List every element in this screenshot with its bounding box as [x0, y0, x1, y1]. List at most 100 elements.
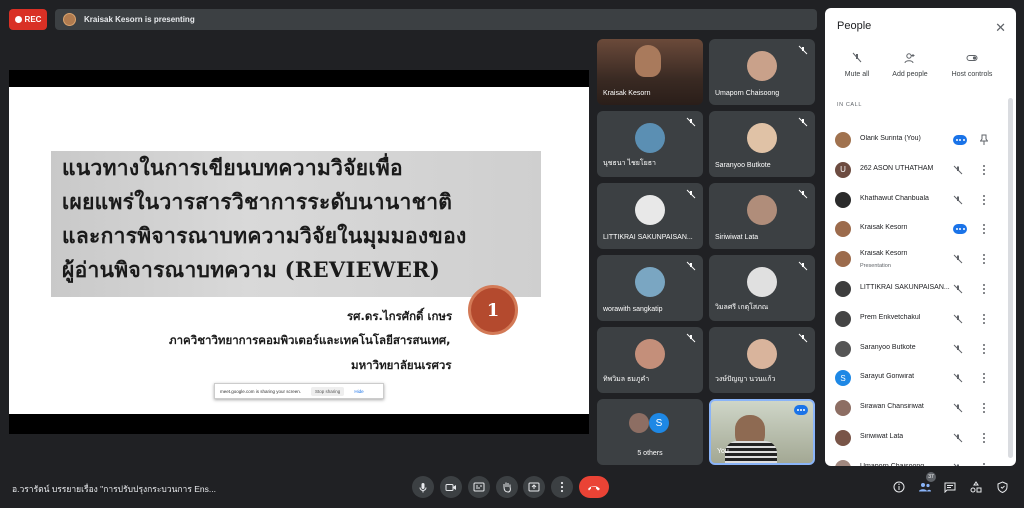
- person-row[interactable]: Sirawan Chansiriwat: [825, 392, 1016, 422]
- person-row[interactable]: Khathawut Chanbuala: [825, 184, 1016, 214]
- people-icon: [919, 483, 931, 492]
- more-vert-icon[interactable]: [982, 432, 986, 444]
- person-row[interactable]: U 262 ASON UTHATHAM: [825, 154, 1016, 184]
- person-row[interactable]: Olarik Surinta (You): [825, 124, 1016, 154]
- participant-tile[interactable]: นุชธนา ไชยโยธา: [597, 111, 703, 177]
- participant-tile[interactable]: ทิพวิมล ธมภูคำ: [597, 327, 703, 393]
- toggle-icon: [966, 55, 978, 61]
- more-vert-icon[interactable]: [982, 343, 986, 355]
- avatar: [635, 267, 665, 297]
- mic-button[interactable]: [412, 476, 434, 498]
- hide-button[interactable]: Hide: [354, 389, 363, 394]
- person-row[interactable]: Kraisak Kesorn Presentation: [825, 243, 1016, 273]
- more-options-button[interactable]: [551, 476, 573, 498]
- participant-tile[interactable]: Umaporn Chaisoong: [709, 39, 815, 105]
- self-tile[interactable]: You: [709, 399, 815, 465]
- participant-tile[interactable]: LITTIKRAI SAKUNPAISAN...: [597, 183, 703, 249]
- recording-label: REC: [24, 15, 42, 24]
- mic-off-icon[interactable]: [953, 463, 963, 466]
- participant-tile[interactable]: worawith sangkatip: [597, 255, 703, 321]
- person-row[interactable]: Saranyoo Butkote: [825, 333, 1016, 363]
- avatar: [835, 430, 851, 446]
- person-row[interactable]: Prem Enkvetchakul: [825, 303, 1016, 333]
- participant-name: LITTIKRAI SAKUNPAISAN...: [603, 234, 693, 241]
- more-options-icon[interactable]: [794, 405, 808, 415]
- raise-hand-button[interactable]: [496, 476, 518, 498]
- mic-off-icon[interactable]: [953, 433, 963, 443]
- more-vert-icon[interactable]: [982, 372, 986, 384]
- participant-tile[interactable]: วงษ์ปัญญา นวนแก้ว: [709, 327, 815, 393]
- mic-off-icon[interactable]: [953, 403, 963, 413]
- author-university: มหาวิทยาลัยนเรศวร: [351, 358, 452, 372]
- presentation-slide: แนวทางในการเขียนบทความวิจัยเพื่อ เผยแพร่…: [9, 87, 589, 414]
- more-vert-icon[interactable]: [982, 253, 986, 265]
- mic-off-icon: [798, 45, 808, 55]
- others-tile[interactable]: S 5 others: [597, 399, 703, 465]
- participant-name: Saranyoo Butkote: [715, 162, 771, 169]
- participant-name: นุชธนา ไชยโยธา: [603, 160, 656, 167]
- person-row[interactable]: Kraisak Kesorn: [825, 213, 1016, 243]
- more-vert-icon[interactable]: [982, 164, 986, 176]
- person-row[interactable]: Siriwiwat Lata: [825, 422, 1016, 452]
- avatar: [747, 51, 777, 81]
- more-vert-icon[interactable]: [982, 313, 986, 325]
- person-name: Saranyoo Butkote: [860, 343, 916, 351]
- mic-icon: [419, 482, 427, 492]
- more-vert-icon[interactable]: [982, 194, 986, 206]
- person-name: LITTIKRAI SAKUNPAISAN...: [860, 284, 950, 291]
- add-people-button[interactable]: Add people: [879, 52, 941, 78]
- mic-off-icon[interactable]: [953, 195, 963, 205]
- host-controls-button[interactable]: Host controls: [941, 52, 1003, 78]
- leave-call-button[interactable]: [579, 476, 609, 498]
- mic-off-icon[interactable]: [953, 254, 963, 264]
- mic-off-icon[interactable]: [953, 373, 963, 383]
- more-vert-icon[interactable]: [982, 402, 986, 414]
- avatar: [835, 132, 851, 148]
- mic-off-icon[interactable]: [953, 165, 963, 175]
- headline-line: และการพิจารณาบทความวิจัยในมุมมองของ: [62, 223, 467, 248]
- avatar: [835, 310, 851, 327]
- pin-icon[interactable]: [980, 134, 988, 146]
- participant-name: วงษ์ปัญญา นวนแก้ว: [715, 376, 776, 383]
- host-controls-shield-button[interactable]: [994, 479, 1010, 495]
- mute-all-label: Mute all: [844, 71, 870, 78]
- captions-button[interactable]: [468, 476, 490, 498]
- people-scrollbar[interactable]: [1008, 98, 1013, 458]
- participant-video: [635, 45, 661, 77]
- more-vert-icon[interactable]: [982, 283, 986, 295]
- person-name: Khathawut Chanbuala: [860, 194, 929, 202]
- avatar: [835, 191, 851, 208]
- audio-active-icon: [953, 135, 967, 145]
- person-row[interactable]: Umaporn Chaisoong: [825, 452, 1016, 466]
- person-name: Kraisak Kesorn: [860, 224, 908, 232]
- more-vert-icon[interactable]: [982, 223, 986, 235]
- host-controls-label: Host controls: [951, 71, 993, 78]
- chat-button[interactable]: [942, 479, 958, 495]
- person-name: Kraisak Kesorn: [860, 250, 908, 258]
- avatar: U: [835, 161, 851, 178]
- avatar: [835, 281, 851, 297]
- slide-headline: แนวทางในการเขียนบทความวิจัยเพื่อ เผยแพร่…: [51, 151, 541, 297]
- mic-off-icon[interactable]: [953, 314, 963, 324]
- slide-number-badge: 1: [468, 285, 518, 335]
- person-row[interactable]: LITTIKRAI SAKUNPAISAN...: [825, 273, 1016, 303]
- present-button[interactable]: [523, 476, 545, 498]
- participant-tile[interactable]: วิมลศรี เกตุโสภณ: [709, 255, 815, 321]
- person-row[interactable]: S Sarayut Gonwirat: [825, 362, 1016, 392]
- avatar: [747, 267, 777, 297]
- participant-tile[interactable]: Kraisak Kesorn: [597, 39, 703, 105]
- participant-tile[interactable]: Siriwiwat Lata: [709, 183, 815, 249]
- more-vert-icon[interactable]: [982, 462, 986, 466]
- meeting-title: อ.วรารัตน์ บรรยายเรื่อง "การปรับปรุงกระบ…: [12, 484, 216, 494]
- activities-button[interactable]: [968, 479, 984, 495]
- stop-sharing-button[interactable]: Stop sharing: [311, 386, 345, 396]
- presenter-avatar: [63, 13, 76, 26]
- shield-icon: [997, 481, 1007, 493]
- participant-tile[interactable]: Saranyoo Butkote: [709, 111, 815, 177]
- close-icon[interactable]: ✕: [995, 20, 1006, 36]
- camera-button[interactable]: [440, 476, 462, 498]
- mic-off-icon[interactable]: [953, 344, 963, 354]
- avatar: [747, 123, 777, 153]
- mic-off-icon[interactable]: [953, 284, 963, 294]
- meeting-details-button[interactable]: [891, 479, 907, 495]
